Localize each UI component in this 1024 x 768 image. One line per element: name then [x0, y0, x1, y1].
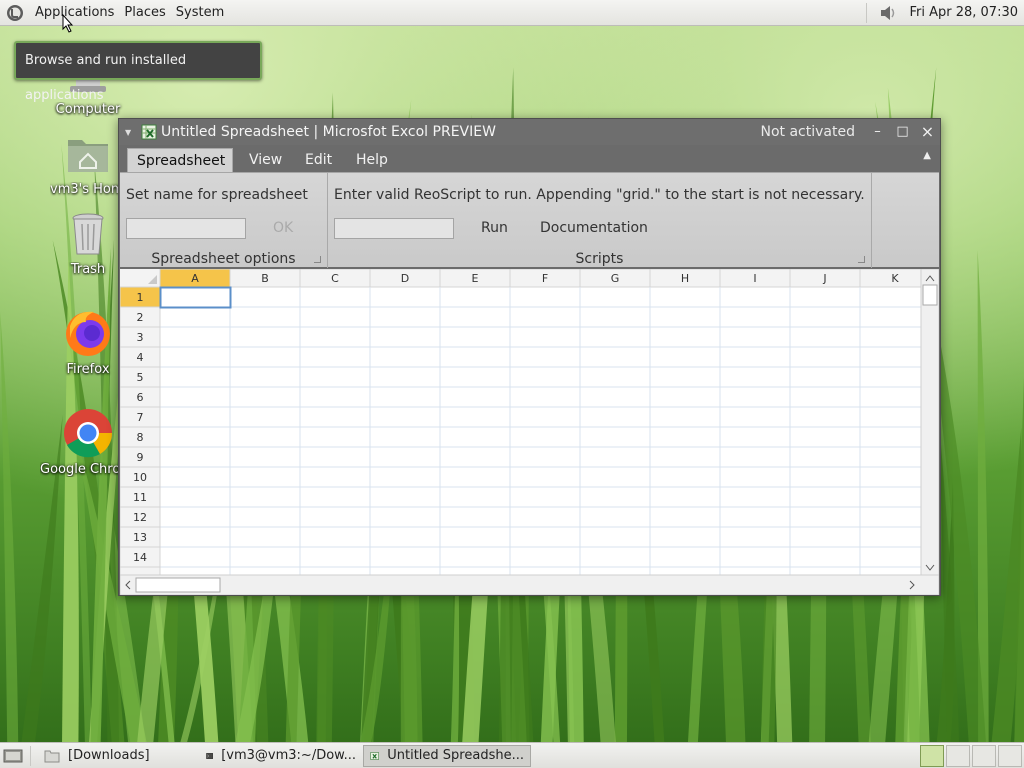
workspace-1[interactable] — [920, 744, 944, 767]
workspace-3[interactable] — [972, 744, 996, 767]
row-header-label: 11 — [133, 491, 147, 504]
spreadsheet-options-group: Set name for spreadsheet OK Spreadsheet … — [120, 173, 328, 268]
ok-button[interactable]: OK — [273, 220, 293, 236]
group-title: Scripts — [575, 251, 624, 267]
column-header-label: D — [401, 272, 409, 285]
column-header-label: B — [261, 272, 269, 285]
documentation-button[interactable]: Documentation — [540, 220, 648, 236]
row-header-label: 13 — [133, 531, 147, 544]
spreadsheet-name-prompt: Set name for spreadsheet — [126, 187, 308, 203]
row-header-label: 9 — [137, 451, 144, 464]
column-header-label: J — [822, 272, 826, 285]
ribbon-panel: Set name for spreadsheet OK Spreadsheet … — [120, 172, 939, 268]
taskbar-item-spreadsheet[interactable]: Untitled Spreadshe... — [363, 744, 531, 767]
bottom-panel: [Downloads] [vm3@vm3:~/Dow... Untitled S… — [0, 742, 1024, 768]
column-header-label: G — [611, 272, 620, 285]
run-button[interactable]: Run — [481, 220, 508, 236]
column-header-label: E — [472, 272, 479, 285]
horizontal-scroll-thumb[interactable] — [135, 577, 221, 593]
places-menu[interactable]: Places — [119, 0, 170, 26]
close-button[interactable]: × — [915, 121, 940, 143]
row-header-label: 7 — [137, 411, 144, 424]
spreadsheet-app-icon — [141, 124, 157, 140]
window-menu-chevron-icon[interactable]: ▼ — [125, 128, 135, 137]
scripts-group: Enter valid ReoScript to run. Appending … — [328, 173, 872, 268]
column-header-label: I — [753, 272, 756, 285]
taskbar-item-label: Untitled Spreadshe... — [387, 748, 524, 763]
script-prompt: Enter valid ReoScript to run. Appending … — [334, 187, 865, 203]
row-header-label: 10 — [133, 471, 147, 484]
row-header-label: 14 — [133, 551, 147, 564]
taskbar-item-label: [vm3@vm3:~/Dow... — [221, 748, 356, 763]
group-launcher-icon[interactable] — [858, 256, 865, 263]
tab-view[interactable]: View — [240, 148, 291, 172]
trash-icon — [72, 213, 104, 255]
row-header-label: 3 — [137, 331, 144, 344]
row-header-label: 6 — [137, 391, 144, 404]
row-header[interactable] — [120, 566, 161, 576]
home-folder-icon — [68, 140, 108, 172]
row-header-label: 1 — [137, 291, 144, 304]
workspace-switcher — [918, 744, 1022, 767]
volume-icon[interactable] — [877, 4, 899, 22]
row-header-label: 2 — [137, 311, 144, 324]
row-header-label: 4 — [137, 351, 144, 364]
activation-status: Not activated — [760, 124, 856, 140]
row-header-label: 5 — [137, 371, 144, 384]
terminal-icon — [206, 752, 213, 759]
grid-canvas[interactable]: A B C D E F G H I J K1234567891011121314 — [120, 269, 939, 595]
column-header-label: H — [681, 272, 689, 285]
script-input[interactable] — [334, 218, 454, 239]
maximize-button[interactable]: □ — [890, 121, 915, 143]
tab-edit[interactable]: Edit — [296, 148, 341, 172]
show-desktop-icon[interactable] — [2, 747, 24, 765]
panel-separator — [866, 2, 868, 23]
vertical-scrollbar[interactable] — [920, 269, 939, 576]
window-title: Untitled Spreadsheet | Microsfot Excol P… — [161, 124, 496, 140]
collapse-ribbon-chevron-up-icon[interactable]: ▲ — [923, 150, 931, 161]
spreadsheet-name-input[interactable] — [126, 218, 246, 239]
column-header-label: A — [191, 272, 199, 285]
mouse-pointer-icon — [62, 14, 74, 33]
grass-blade — [0, 312, 19, 742]
taskbar-item-downloads[interactable]: [Downloads] — [37, 745, 199, 767]
column-header-label: C — [331, 272, 339, 285]
desktop-icon-label: vm3's Home — [50, 182, 120, 197]
clock[interactable]: Fri Apr 28, 07:30 — [905, 5, 1024, 20]
horizontal-scrollbar[interactable] — [120, 574, 939, 595]
minimize-button[interactable]: – — [865, 121, 890, 143]
applications-menu[interactable]: Applications — [30, 0, 119, 26]
taskbar-item-label: [Downloads] — [68, 748, 150, 763]
tab-spreadsheet[interactable]: Spreadsheet — [127, 148, 233, 172]
chrome-icon — [64, 409, 113, 458]
panel-separator — [30, 745, 31, 766]
column-header-label: K — [891, 272, 899, 285]
spreadsheet-grid[interactable]: A B C D E F G H I J K 1 2 3 4 5 6 7 8 9 10 11 12 13 14 — [120, 269, 939, 595]
window-titlebar[interactable]: ▼ Untitled Spreadsheet | Microsfot Excol… — [119, 119, 940, 145]
workspace-4[interactable] — [998, 744, 1022, 767]
menu-logo-icon[interactable] — [6, 4, 24, 22]
tab-help[interactable]: Help — [347, 148, 397, 172]
group-title: Spreadsheet options — [151, 251, 296, 267]
top-panel: Applications Places System Fri Apr 28, 0… — [0, 0, 1024, 26]
group-launcher-icon[interactable] — [314, 256, 321, 263]
ribbon-tabs: Spreadsheet View Edit Help ▲ — [120, 146, 939, 172]
row-header-label: 8 — [137, 431, 144, 444]
desktop-icon-label: Google Chrome — [40, 462, 118, 477]
workspace-2[interactable] — [946, 744, 970, 767]
spreadsheet-window: ▼ Untitled Spreadsheet | Microsfot Excol… — [118, 118, 941, 596]
taskbar-item-terminal[interactable]: [vm3@vm3:~/Dow... — [199, 745, 363, 767]
vertical-scroll-thumb[interactable] — [922, 284, 938, 306]
system-menu[interactable]: System — [171, 0, 229, 26]
row-header-label: 12 — [133, 511, 147, 524]
applications-tooltip: Browse and run installed applications — [14, 41, 262, 103]
cell-area[interactable] — [120, 269, 921, 575]
firefox-icon — [66, 311, 110, 356]
spreadsheet-icon — [370, 751, 379, 760]
column-header-label: F — [542, 272, 548, 285]
folder-icon — [44, 750, 60, 762]
